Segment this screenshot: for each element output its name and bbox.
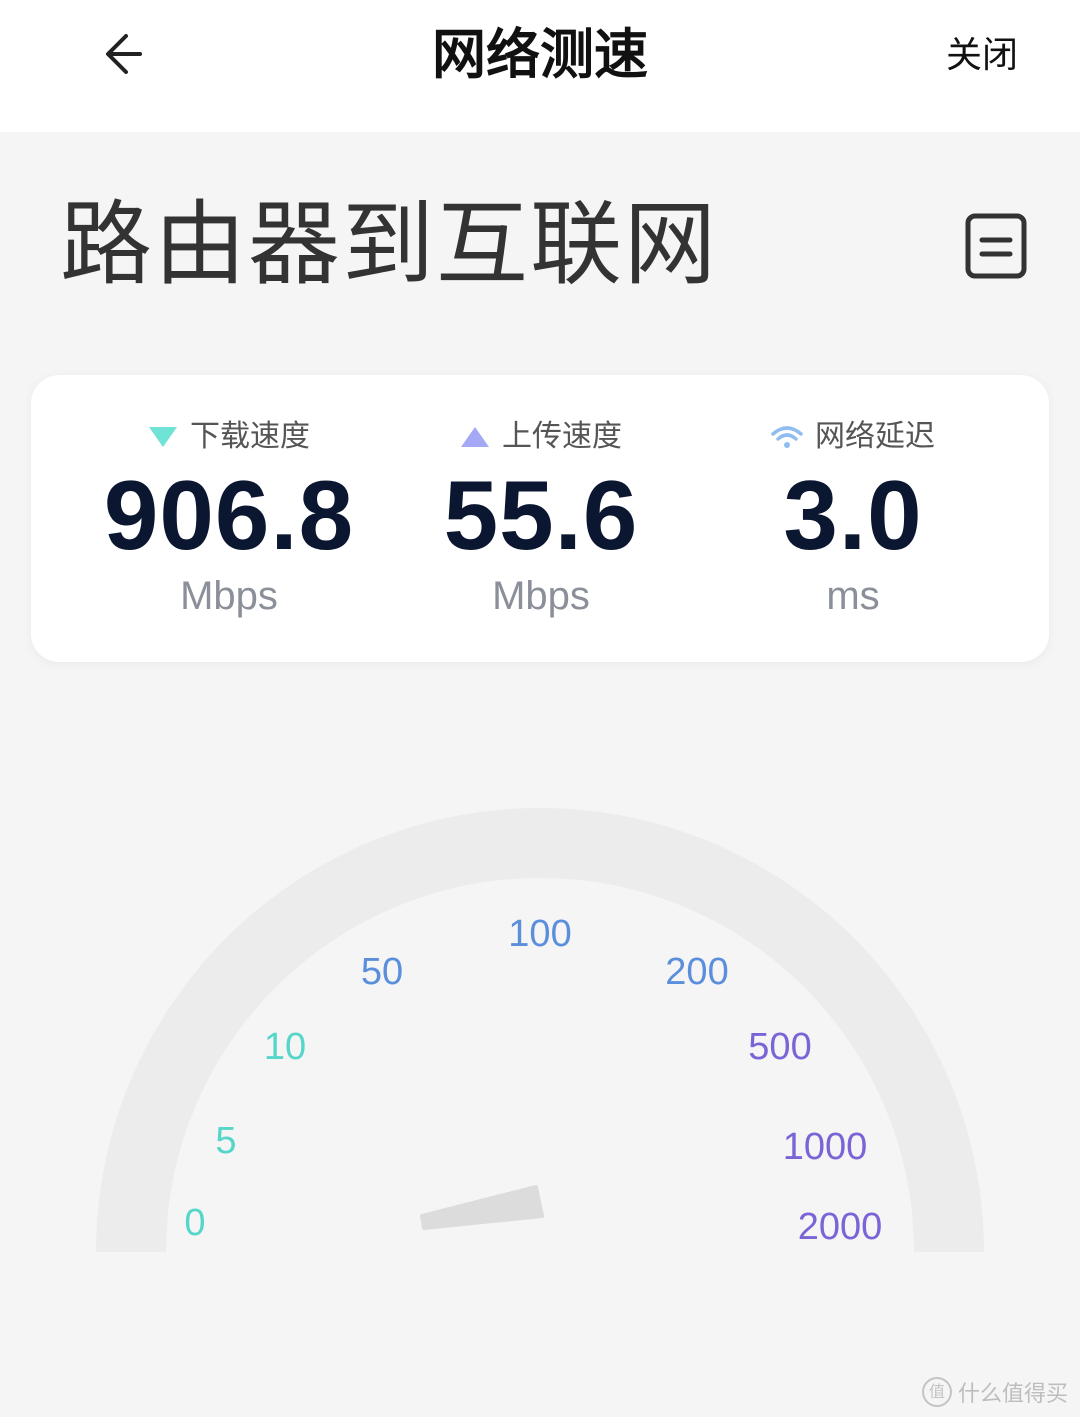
latency-metric: 网络延迟 3.0 ms	[683, 375, 1023, 662]
gauge-tick-0: 0	[184, 1202, 205, 1244]
speed-gauge: 0 5 10 50 100 200 500 1000 2000	[96, 808, 984, 1252]
gauge-track	[96, 808, 984, 1252]
history-button[interactable]	[964, 212, 1028, 280]
gauge-tick-200: 200	[665, 951, 728, 993]
upload-unit: Mbps	[492, 574, 590, 618]
gauge-tick-50: 50	[361, 951, 403, 993]
top-bar: 网络测速 关闭	[0, 0, 1080, 132]
gauge-needle	[420, 1185, 544, 1230]
watermark-text: 什么值得买	[957, 1382, 1068, 1407]
gauge-tick-10: 10	[264, 1026, 306, 1068]
gauge-tick-500: 500	[748, 1026, 811, 1068]
latency-value: 3.0	[783, 460, 923, 570]
watermark-badge: 值	[921, 1377, 952, 1407]
section-title: 路由器到互联网	[60, 191, 719, 298]
download-label: 下载速度	[190, 419, 310, 454]
upload-metric: 上传速度 55.6 Mbps	[371, 375, 711, 662]
list-icon	[965, 213, 1027, 279]
gauge-tick-1000: 1000	[783, 1126, 868, 1168]
gauge-tick-5: 5	[215, 1120, 236, 1162]
download-unit: Mbps	[180, 574, 278, 618]
page-title: 网络测速	[432, 23, 648, 86]
watermark: 值 什么值得买	[921, 1376, 1068, 1408]
close-button[interactable]: 关闭	[946, 32, 1018, 80]
latency-unit: ms	[826, 574, 880, 618]
download-value: 906.8	[103, 460, 355, 570]
download-metric: 下载速度 906.8 Mbps	[59, 375, 399, 662]
upload-label: 上传速度	[502, 419, 622, 454]
latency-label: 网络延迟	[815, 419, 935, 454]
gauge-tick-2000: 2000	[798, 1206, 883, 1248]
triangle-up-icon	[461, 427, 489, 447]
gauge-tick-100: 100	[508, 913, 571, 955]
triangle-down-icon	[149, 427, 177, 447]
results-card: 下载速度 906.8 Mbps 上传速度 55.6 Mbps 网络延迟 3.0 …	[31, 375, 1049, 662]
wifi-icon	[771, 426, 803, 448]
upload-value: 55.6	[443, 460, 639, 570]
